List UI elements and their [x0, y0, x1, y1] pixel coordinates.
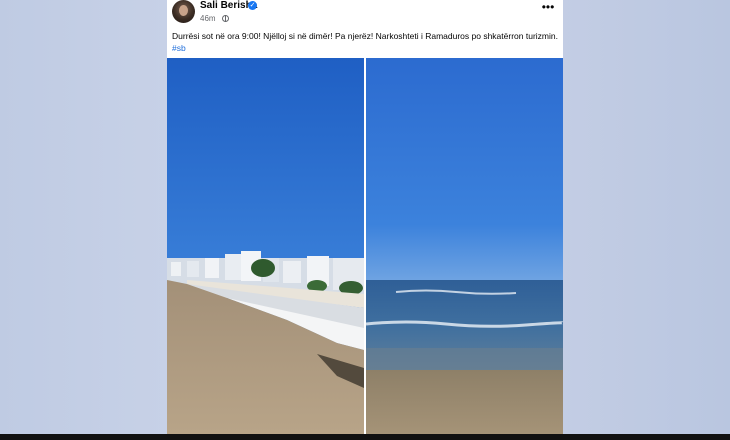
- globe-icon: [222, 15, 229, 22]
- more-options-button[interactable]: •••: [539, 1, 557, 16]
- avatar[interactable]: [172, 0, 195, 23]
- sea-photo-image: [366, 58, 563, 434]
- hashtag-link[interactable]: #sb: [172, 43, 186, 53]
- post-header: Sali Berisha ✓ 46m •••: [167, 0, 563, 27]
- post-timestamp[interactable]: 46m: [200, 14, 216, 23]
- sea-and-sky-photo[interactable]: [366, 58, 563, 434]
- beach-photo-image: [167, 58, 364, 434]
- post-body-text: Durrësi sot në ora 9:00! Njëlloj si në d…: [172, 31, 558, 41]
- beach-with-sunbeds-photo[interactable]: [167, 58, 364, 434]
- post-text: Durrësi sot në ora 9:00! Njëlloj si në d…: [172, 30, 558, 54]
- verified-badge-icon: ✓: [248, 1, 257, 10]
- photo-grid: [167, 58, 563, 434]
- bottom-bar: [0, 434, 730, 440]
- avatar-face: [179, 5, 188, 16]
- facebook-post: Sali Berisha ✓ 46m ••• Durrësi sot në or…: [167, 0, 563, 434]
